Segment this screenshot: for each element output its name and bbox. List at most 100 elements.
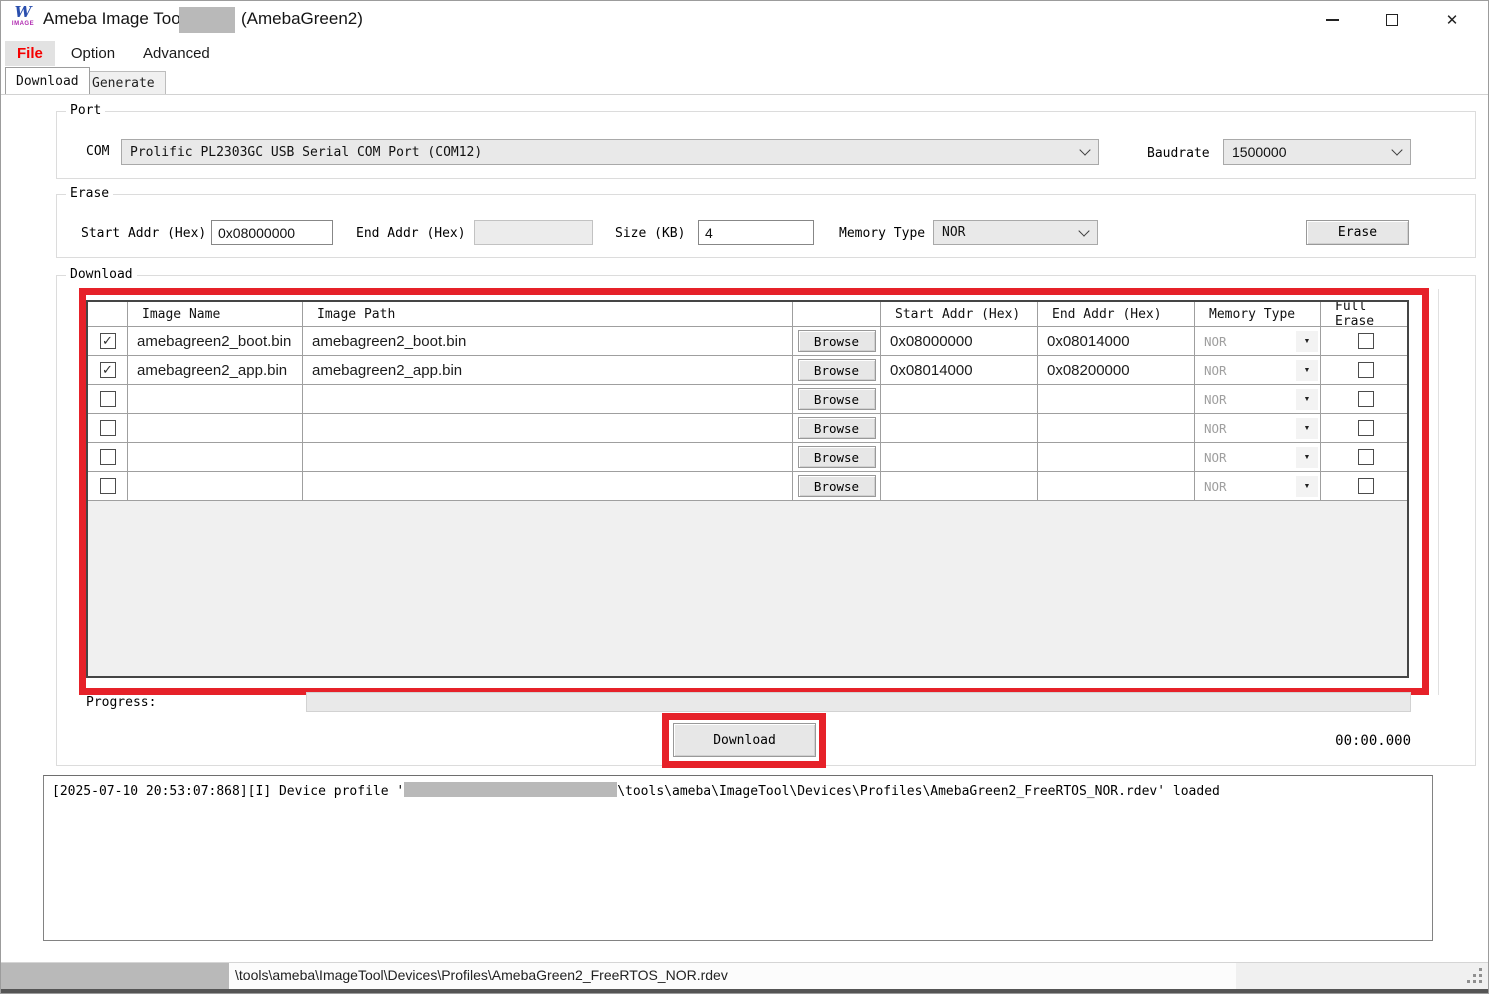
com-port-value: Prolific PL2303GC USB Serial COM Port (C… [130, 145, 482, 160]
row-select-checkbox[interactable] [100, 420, 116, 436]
end-addr-cell[interactable] [1038, 472, 1195, 500]
image-path-cell[interactable] [303, 472, 793, 500]
start-addr-cell[interactable] [881, 414, 1038, 442]
row-select-checkbox[interactable]: ✓ [100, 333, 116, 349]
select-cell [88, 472, 128, 500]
end-addr-cell[interactable] [1038, 443, 1195, 471]
start-addr-cell[interactable]: 0x08014000 [881, 356, 1038, 384]
full-erase-checkbox[interactable] [1358, 362, 1374, 378]
end-addr-cell[interactable] [1038, 414, 1195, 442]
dropdown-arrow-icon[interactable]: ▼ [1296, 476, 1318, 497]
dropdown-arrow-icon[interactable]: ▼ [1296, 418, 1318, 439]
image-name-cell[interactable] [128, 472, 303, 500]
chevron-down-icon [1079, 144, 1090, 155]
full-erase-cell [1321, 327, 1409, 355]
image-name-cell[interactable] [128, 385, 303, 413]
tab-download[interactable]: Download [5, 67, 90, 94]
download-button[interactable]: Download [673, 723, 816, 757]
full-erase-checkbox[interactable] [1358, 333, 1374, 349]
log-line-prefix: [2025-07-10 20:53:07:868][I] Device prof… [52, 784, 404, 799]
start-addr-cell[interactable] [881, 472, 1038, 500]
dropdown-arrow-icon[interactable]: ▼ [1296, 447, 1318, 468]
tab-strip: Download Generate [1, 68, 1488, 95]
menu-option[interactable]: Option [59, 41, 127, 66]
erase-button[interactable]: Erase [1306, 220, 1409, 245]
full-erase-checkbox[interactable] [1358, 478, 1374, 494]
memory-type-value: NOR [1195, 363, 1296, 378]
start-addr-cell[interactable]: 0x08000000 [881, 327, 1038, 355]
image-name-cell[interactable] [128, 414, 303, 442]
column-header: Image Name [128, 302, 303, 326]
chevron-down-icon [1078, 225, 1089, 236]
redacted-box [404, 782, 617, 797]
erase-group-label: Erase [66, 187, 113, 201]
row-select-checkbox[interactable]: ✓ [100, 362, 116, 378]
redacted-box [1, 963, 229, 990]
start-addr-cell[interactable] [881, 443, 1038, 471]
memory-type-value: NOR [1195, 479, 1296, 494]
window-title: Ameba Image Tool [43, 9, 184, 29]
maximize-button[interactable] [1369, 1, 1415, 39]
full-erase-checkbox[interactable] [1358, 449, 1374, 465]
table-header-row: Image NameImage PathStart Addr (Hex)End … [88, 302, 1407, 327]
browse-button[interactable]: Browse [798, 446, 876, 468]
image-path-cell[interactable] [303, 414, 793, 442]
image-name-cell[interactable] [128, 443, 303, 471]
memory-type-value: NOR [1195, 421, 1296, 436]
table-row: ✓ amebagreen2_boot.binamebagreen2_boot.bi… [88, 327, 1407, 356]
end-addr-cell[interactable] [1038, 385, 1195, 413]
status-bar-path: \tools\ameba\ImageTool\Devices\Profiles\… [235, 967, 728, 983]
browse-button[interactable]: Browse [798, 417, 876, 439]
erase-memory-type-select[interactable]: NOR [933, 220, 1098, 245]
dropdown-arrow-icon[interactable]: ▼ [1296, 360, 1318, 381]
full-erase-checkbox[interactable] [1358, 420, 1374, 436]
image-path-cell[interactable] [303, 385, 793, 413]
menu-advanced[interactable]: Advanced [131, 41, 222, 66]
log-output[interactable]: [2025-07-10 20:53:07:868][I] Device prof… [43, 775, 1433, 941]
tab-generate[interactable]: Generate [81, 71, 166, 94]
full-erase-checkbox[interactable] [1358, 391, 1374, 407]
erase-start-addr-input[interactable]: 0x08000000 [211, 220, 333, 245]
row-select-checkbox[interactable] [100, 478, 116, 494]
status-bar: \tools\ameba\ImageTool\Devices\Profiles\… [1, 962, 1488, 989]
resize-grip[interactable] [1468, 969, 1482, 983]
end-addr-cell[interactable]: 0x08014000 [1038, 327, 1195, 355]
browse-button[interactable]: Browse [798, 475, 876, 497]
erase-end-addr-input [474, 220, 593, 245]
image-path-cell[interactable] [303, 443, 793, 471]
dropdown-arrow-icon[interactable]: ▼ [1296, 389, 1318, 410]
memory-type-value: NOR [1195, 334, 1296, 349]
row-select-checkbox[interactable] [100, 391, 116, 407]
table-row: Browse NOR▼ [88, 472, 1407, 501]
minimize-icon [1326, 19, 1339, 21]
image-name-cell[interactable]: amebagreen2_boot.bin [128, 327, 303, 355]
column-header: Start Addr (Hex) [881, 302, 1038, 326]
erase-start-addr-label: Start Addr (Hex) [81, 226, 206, 241]
minimize-button[interactable] [1309, 1, 1355, 39]
baudrate-value: 1500000 [1232, 144, 1287, 160]
row-select-checkbox[interactable] [100, 449, 116, 465]
close-button[interactable]: ✕ [1429, 1, 1475, 39]
com-port-select[interactable]: Prolific PL2303GC USB Serial COM Port (C… [121, 139, 1099, 165]
image-name-cell[interactable]: amebagreen2_app.bin [128, 356, 303, 384]
memory-type-cell: NOR▼ [1195, 443, 1321, 471]
start-addr-cell[interactable] [881, 385, 1038, 413]
title-bar: W IMAGE Ameba Image Tool (AmebaGreen2) ✕ [1, 1, 1488, 39]
download-table: Image NameImage PathStart Addr (Hex)End … [86, 300, 1409, 678]
browse-button[interactable]: Browse [798, 388, 876, 410]
browse-cell: Browse [793, 356, 881, 384]
erase-size-input[interactable]: 4 [698, 220, 814, 245]
dropdown-arrow-icon[interactable]: ▼ [1296, 331, 1318, 352]
browse-cell: Browse [793, 385, 881, 413]
image-path-cell[interactable]: amebagreen2_boot.bin [303, 327, 793, 355]
baudrate-select[interactable]: 1500000 [1223, 139, 1411, 165]
memory-type-value: NOR [1195, 450, 1296, 465]
elapsed-timer: 00:00.000 [1251, 733, 1411, 749]
image-path-cell[interactable]: amebagreen2_app.bin [303, 356, 793, 384]
browse-button[interactable]: Browse [798, 359, 876, 381]
browse-button[interactable]: Browse [798, 330, 876, 352]
end-addr-cell[interactable]: 0x08200000 [1038, 356, 1195, 384]
menu-file[interactable]: File [5, 41, 55, 66]
taskbar-strip [1, 989, 1488, 994]
column-header: Image Path [303, 302, 793, 326]
